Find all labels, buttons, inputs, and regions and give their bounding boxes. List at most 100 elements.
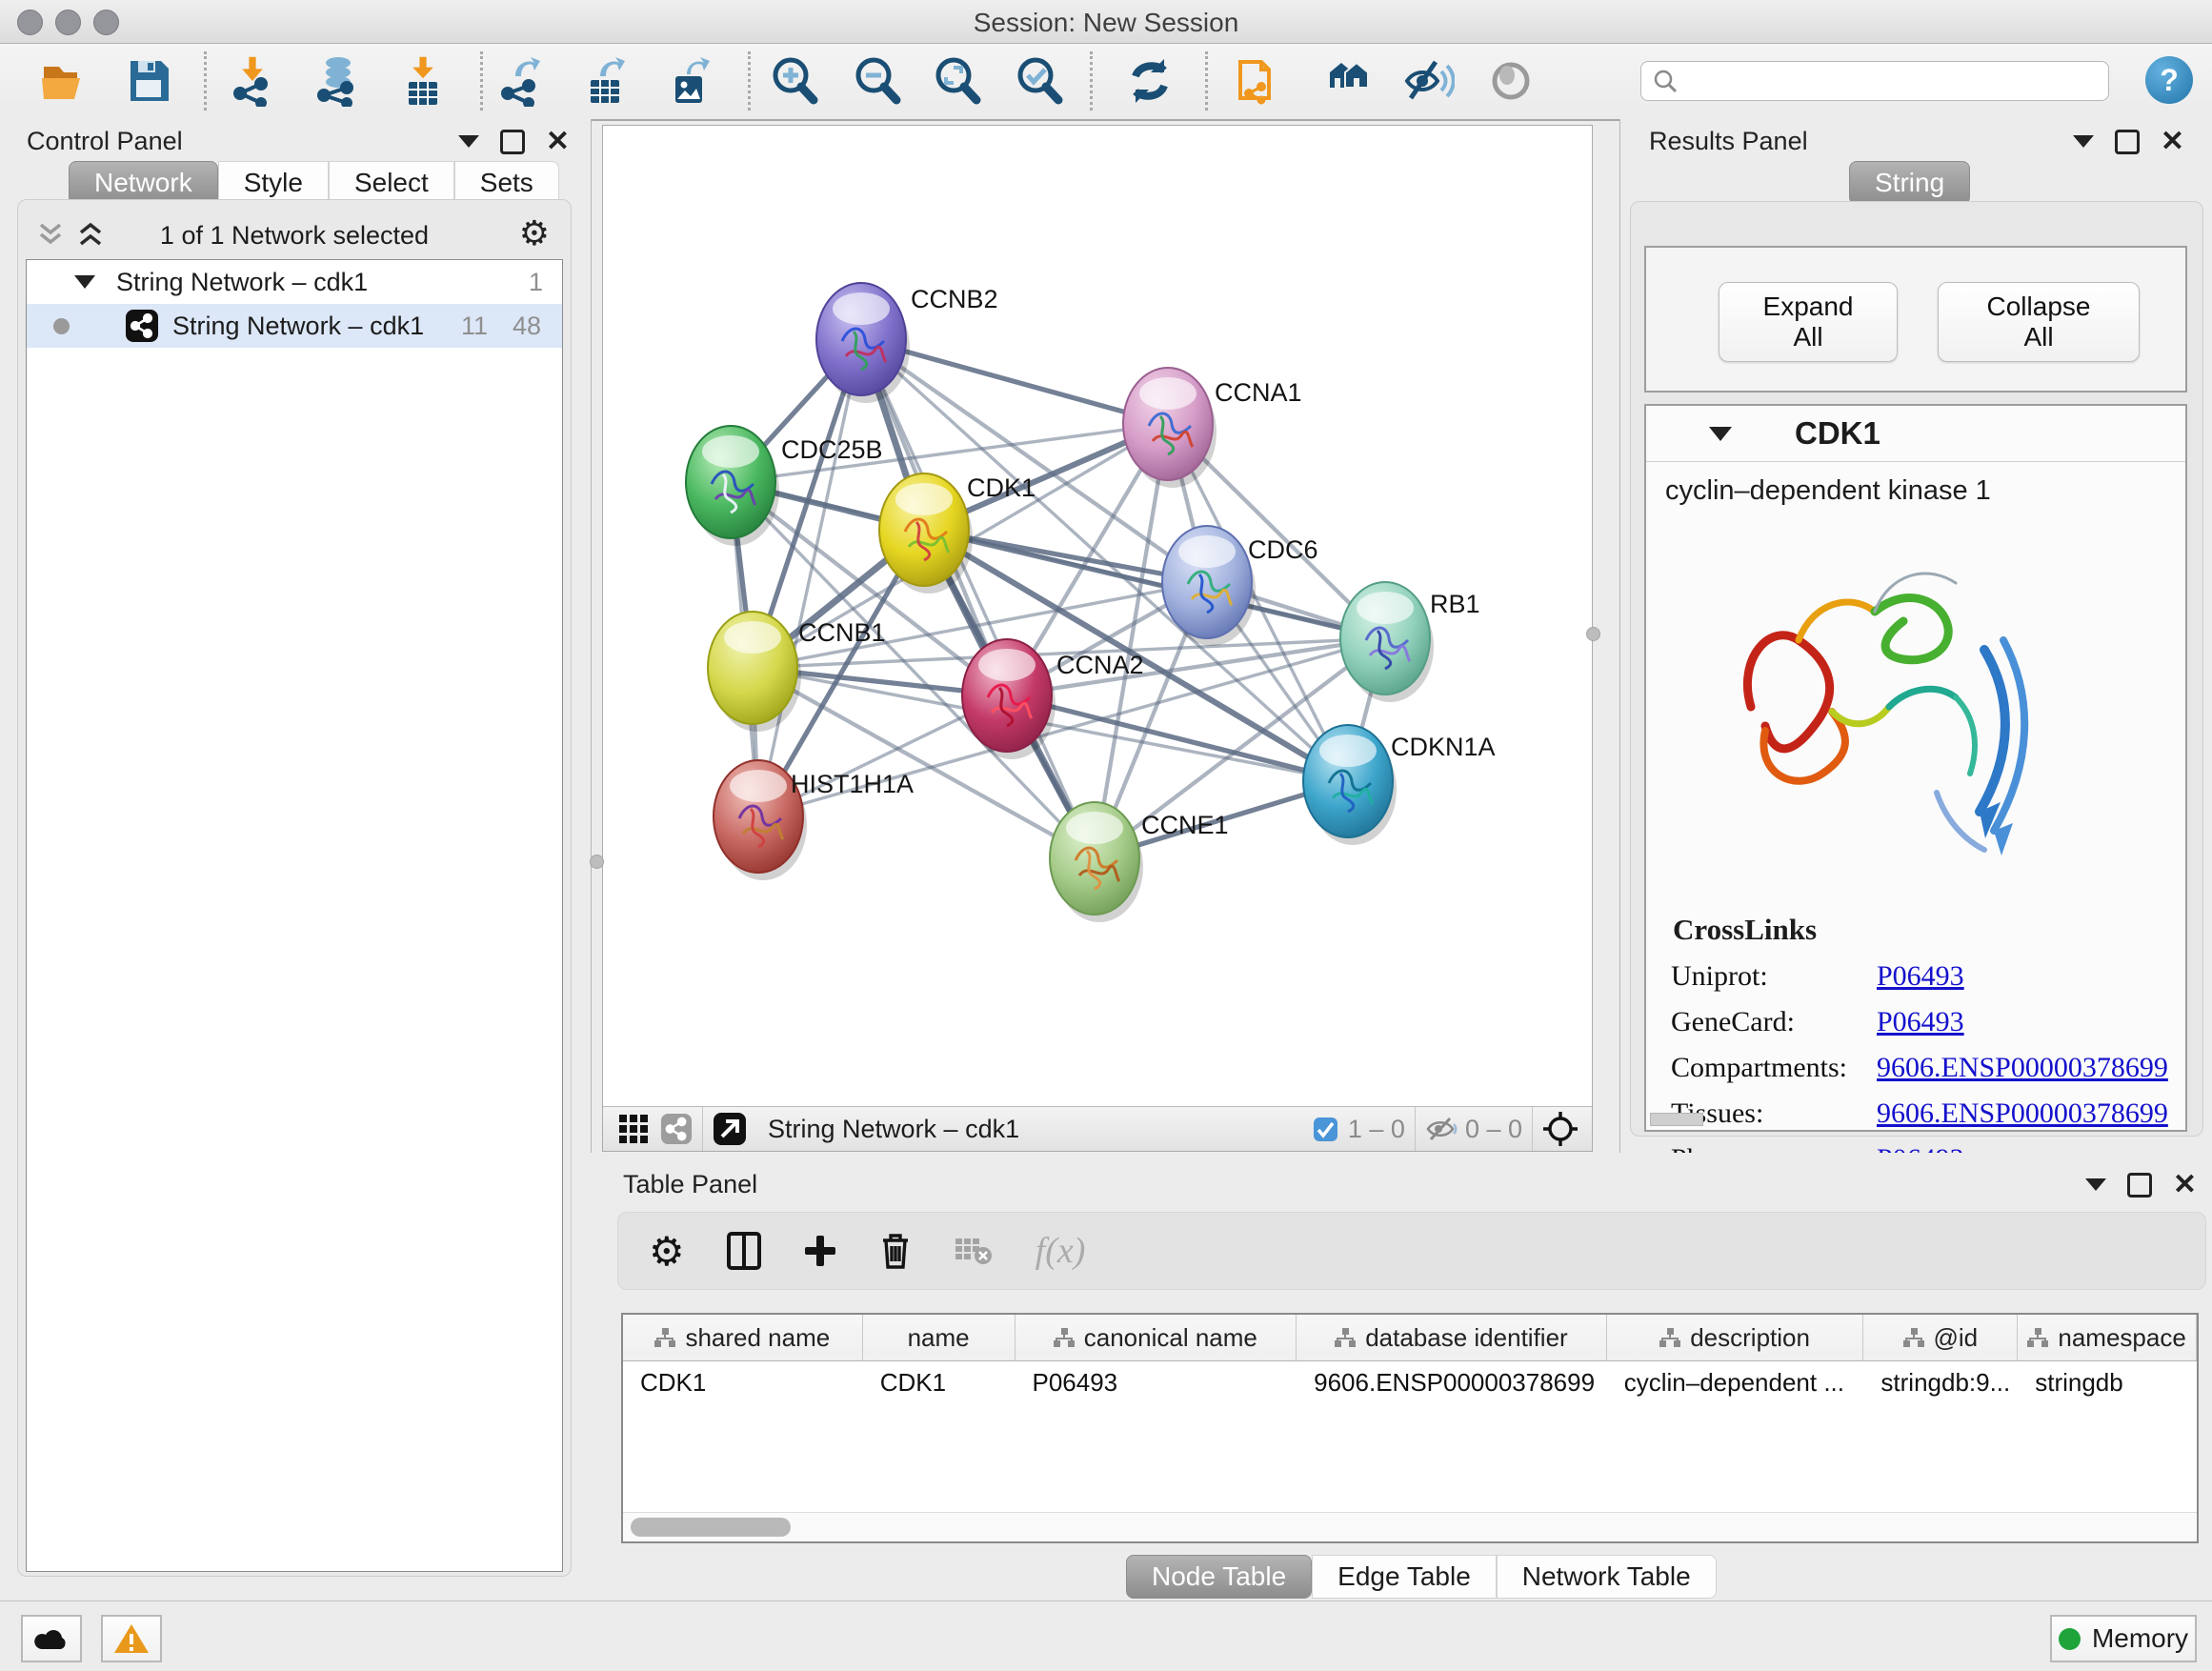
column-header-name[interactable]: name: [863, 1315, 1016, 1360]
tab-node-table[interactable]: Node Table: [1126, 1555, 1312, 1599]
table-settings-gear-icon[interactable]: ⚙: [649, 1228, 685, 1275]
network-collection-row[interactable]: String Network – cdk1 1: [27, 260, 562, 304]
column-header-shared-name[interactable]: shared name: [623, 1315, 863, 1360]
search-field[interactable]: [1640, 61, 2109, 101]
cloud-status-button[interactable]: [21, 1615, 82, 1662]
import-network-file-icon[interactable]: [227, 53, 282, 109]
show-all-icon[interactable]: [1483, 53, 1538, 109]
refresh-icon[interactable]: [1122, 53, 1177, 109]
show-columns-icon[interactable]: [727, 1232, 761, 1270]
network-node-count: 11: [461, 312, 488, 341]
vertical-splitter-handle[interactable]: [1586, 627, 1600, 641]
panel-float-icon[interactable]: [2127, 1173, 2152, 1198]
protein-card-header[interactable]: CDK1: [1646, 406, 2185, 462]
network-node-ccnb2[interactable]: [816, 283, 910, 403]
hscrollbar-thumb[interactable]: [631, 1518, 791, 1537]
column-header-description[interactable]: description: [1607, 1315, 1864, 1360]
network-node-ccna2[interactable]: [962, 639, 1056, 759]
panel-close-icon[interactable]: ✕: [2161, 132, 2184, 151]
export-table-icon[interactable]: [579, 53, 634, 109]
crosslink-link[interactable]: 9606.ENSP00000378699: [1877, 1052, 2168, 1084]
column-header--id[interactable]: @id: [1863, 1315, 2018, 1360]
column-header-canonical-name[interactable]: canonical name: [1016, 1315, 1297, 1360]
panel-menu-icon[interactable]: [458, 135, 479, 148]
main-toolbar: ?: [0, 44, 2212, 121]
panel-close-icon[interactable]: ✕: [546, 132, 570, 151]
column-header-database-identifier[interactable]: database identifier: [1297, 1315, 1607, 1360]
network-options-gear-icon[interactable]: ⚙: [519, 213, 550, 253]
search-input[interactable]: [1678, 66, 2081, 97]
table-cell[interactable]: stringdb: [2018, 1361, 2197, 1403]
open-session-icon[interactable]: [36, 53, 91, 109]
zoom-in-icon[interactable]: [767, 53, 822, 109]
node-label-cdk1: CDK1: [967, 473, 1036, 502]
network-node-rb1[interactable]: [1340, 582, 1434, 702]
selected-checkbox-icon[interactable]: [1313, 1117, 1338, 1142]
network-node-ccne1[interactable]: [1050, 802, 1143, 922]
crosslink-link[interactable]: P06493: [1877, 1006, 1964, 1038]
table-cell[interactable]: cyclin–dependent ...: [1607, 1361, 1864, 1403]
tab-edge-table[interactable]: Edge Table: [1312, 1555, 1497, 1599]
node-label-ccnb1: CCNB1: [798, 618, 886, 647]
export-image-icon[interactable]: [664, 53, 719, 109]
table-cell[interactable]: P06493: [1016, 1361, 1297, 1403]
collection-expand-icon[interactable]: [74, 275, 95, 289]
export-network-icon[interactable]: [494, 53, 550, 109]
string-style-icon[interactable]: [660, 1113, 693, 1145]
help-icon[interactable]: ?: [2145, 56, 2193, 104]
panel-float-icon[interactable]: [2115, 130, 2140, 154]
panel-menu-icon[interactable]: [2085, 1178, 2106, 1191]
delete-column-icon[interactable]: [879, 1232, 912, 1270]
toolbar-divider: [748, 51, 751, 111]
hide-selected-icon[interactable]: [1400, 53, 1456, 109]
table-cell[interactable]: 9606.ENSP00000378699: [1297, 1361, 1607, 1403]
add-column-icon[interactable]: [803, 1234, 837, 1268]
network-node-cdc6[interactable]: [1162, 526, 1256, 646]
network-node-cdk1[interactable]: [879, 473, 973, 594]
tab-network-table[interactable]: Network Table: [1497, 1555, 1717, 1599]
node-label-ccna2: CCNA2: [1056, 651, 1144, 679]
tab-string[interactable]: String: [1849, 161, 1970, 205]
memory-button[interactable]: Memory: [2050, 1615, 2197, 1662]
import-table-file-icon[interactable]: [395, 53, 451, 109]
collapse-protein-icon[interactable]: [1709, 427, 1732, 441]
table-row[interactable]: CDK1CDK1P064939606.ENSP00000378699cyclin…: [623, 1361, 2197, 1403]
table-cell[interactable]: CDK1: [863, 1361, 1016, 1403]
open-in-browser-icon[interactable]: [713, 1112, 747, 1146]
network-graph[interactable]: CCNB2CCNA1CDC25BCDK1CDC6RB1CCNB1CCNA2CDK…: [603, 126, 1592, 1107]
panel-float-icon[interactable]: [500, 130, 525, 154]
table-hscrollbar[interactable]: [623, 1512, 2197, 1541]
crosslink-link[interactable]: 9606.ENSP00000378699: [1877, 1097, 2168, 1130]
panel-close-icon[interactable]: ✕: [2173, 1176, 2197, 1195]
save-session-icon[interactable]: [121, 53, 176, 109]
birdseye-toggle-icon[interactable]: [1542, 1111, 1579, 1147]
expand-all-button[interactable]: Expand All: [1719, 282, 1898, 362]
table-cell[interactable]: stringdb:9...: [1863, 1361, 2018, 1403]
vertical-splitter-handle[interactable]: [590, 855, 604, 869]
warning-status-button[interactable]: [101, 1615, 162, 1662]
network-node-ccnb1[interactable]: [708, 612, 801, 732]
table-panel-title: Table Panel: [623, 1170, 757, 1199]
string-import-icon[interactable]: [1232, 53, 1287, 109]
crosslink-link[interactable]: P06493: [1877, 960, 1964, 993]
zoom-selected-icon[interactable]: [1012, 53, 1067, 109]
collapse-all-button[interactable]: Collapse All: [1938, 282, 2140, 362]
home-networks-icon[interactable]: [1317, 53, 1372, 109]
column-label: @id: [1934, 1323, 1979, 1353]
zoom-fit-icon[interactable]: [930, 53, 985, 109]
column-header-namespace[interactable]: namespace: [2018, 1315, 2197, 1360]
crosslink-label: Compartments:: [1671, 1052, 1877, 1084]
birdseye-grid-icon[interactable]: [618, 1114, 649, 1144]
column-label: namespace: [2058, 1323, 2185, 1353]
network-node-cdkn1a[interactable]: [1303, 725, 1397, 845]
network-view[interactable]: CCNB2CCNA1CDC25BCDK1CDC6RB1CCNB1CCNA2CDK…: [602, 125, 1593, 1152]
panel-menu-icon[interactable]: [2073, 135, 2094, 148]
current-network-dot-icon: [53, 318, 70, 334]
tree-column-icon: [1903, 1328, 1924, 1347]
network-row[interactable]: String Network – cdk1 11 48: [27, 304, 562, 348]
import-network-database-icon[interactable]: [311, 53, 366, 109]
table-cell[interactable]: CDK1: [623, 1361, 863, 1403]
card-scrollbar-thumb[interactable]: [1650, 1113, 1703, 1126]
zoom-out-icon[interactable]: [850, 53, 905, 109]
network-node-ccna1[interactable]: [1123, 368, 1217, 488]
